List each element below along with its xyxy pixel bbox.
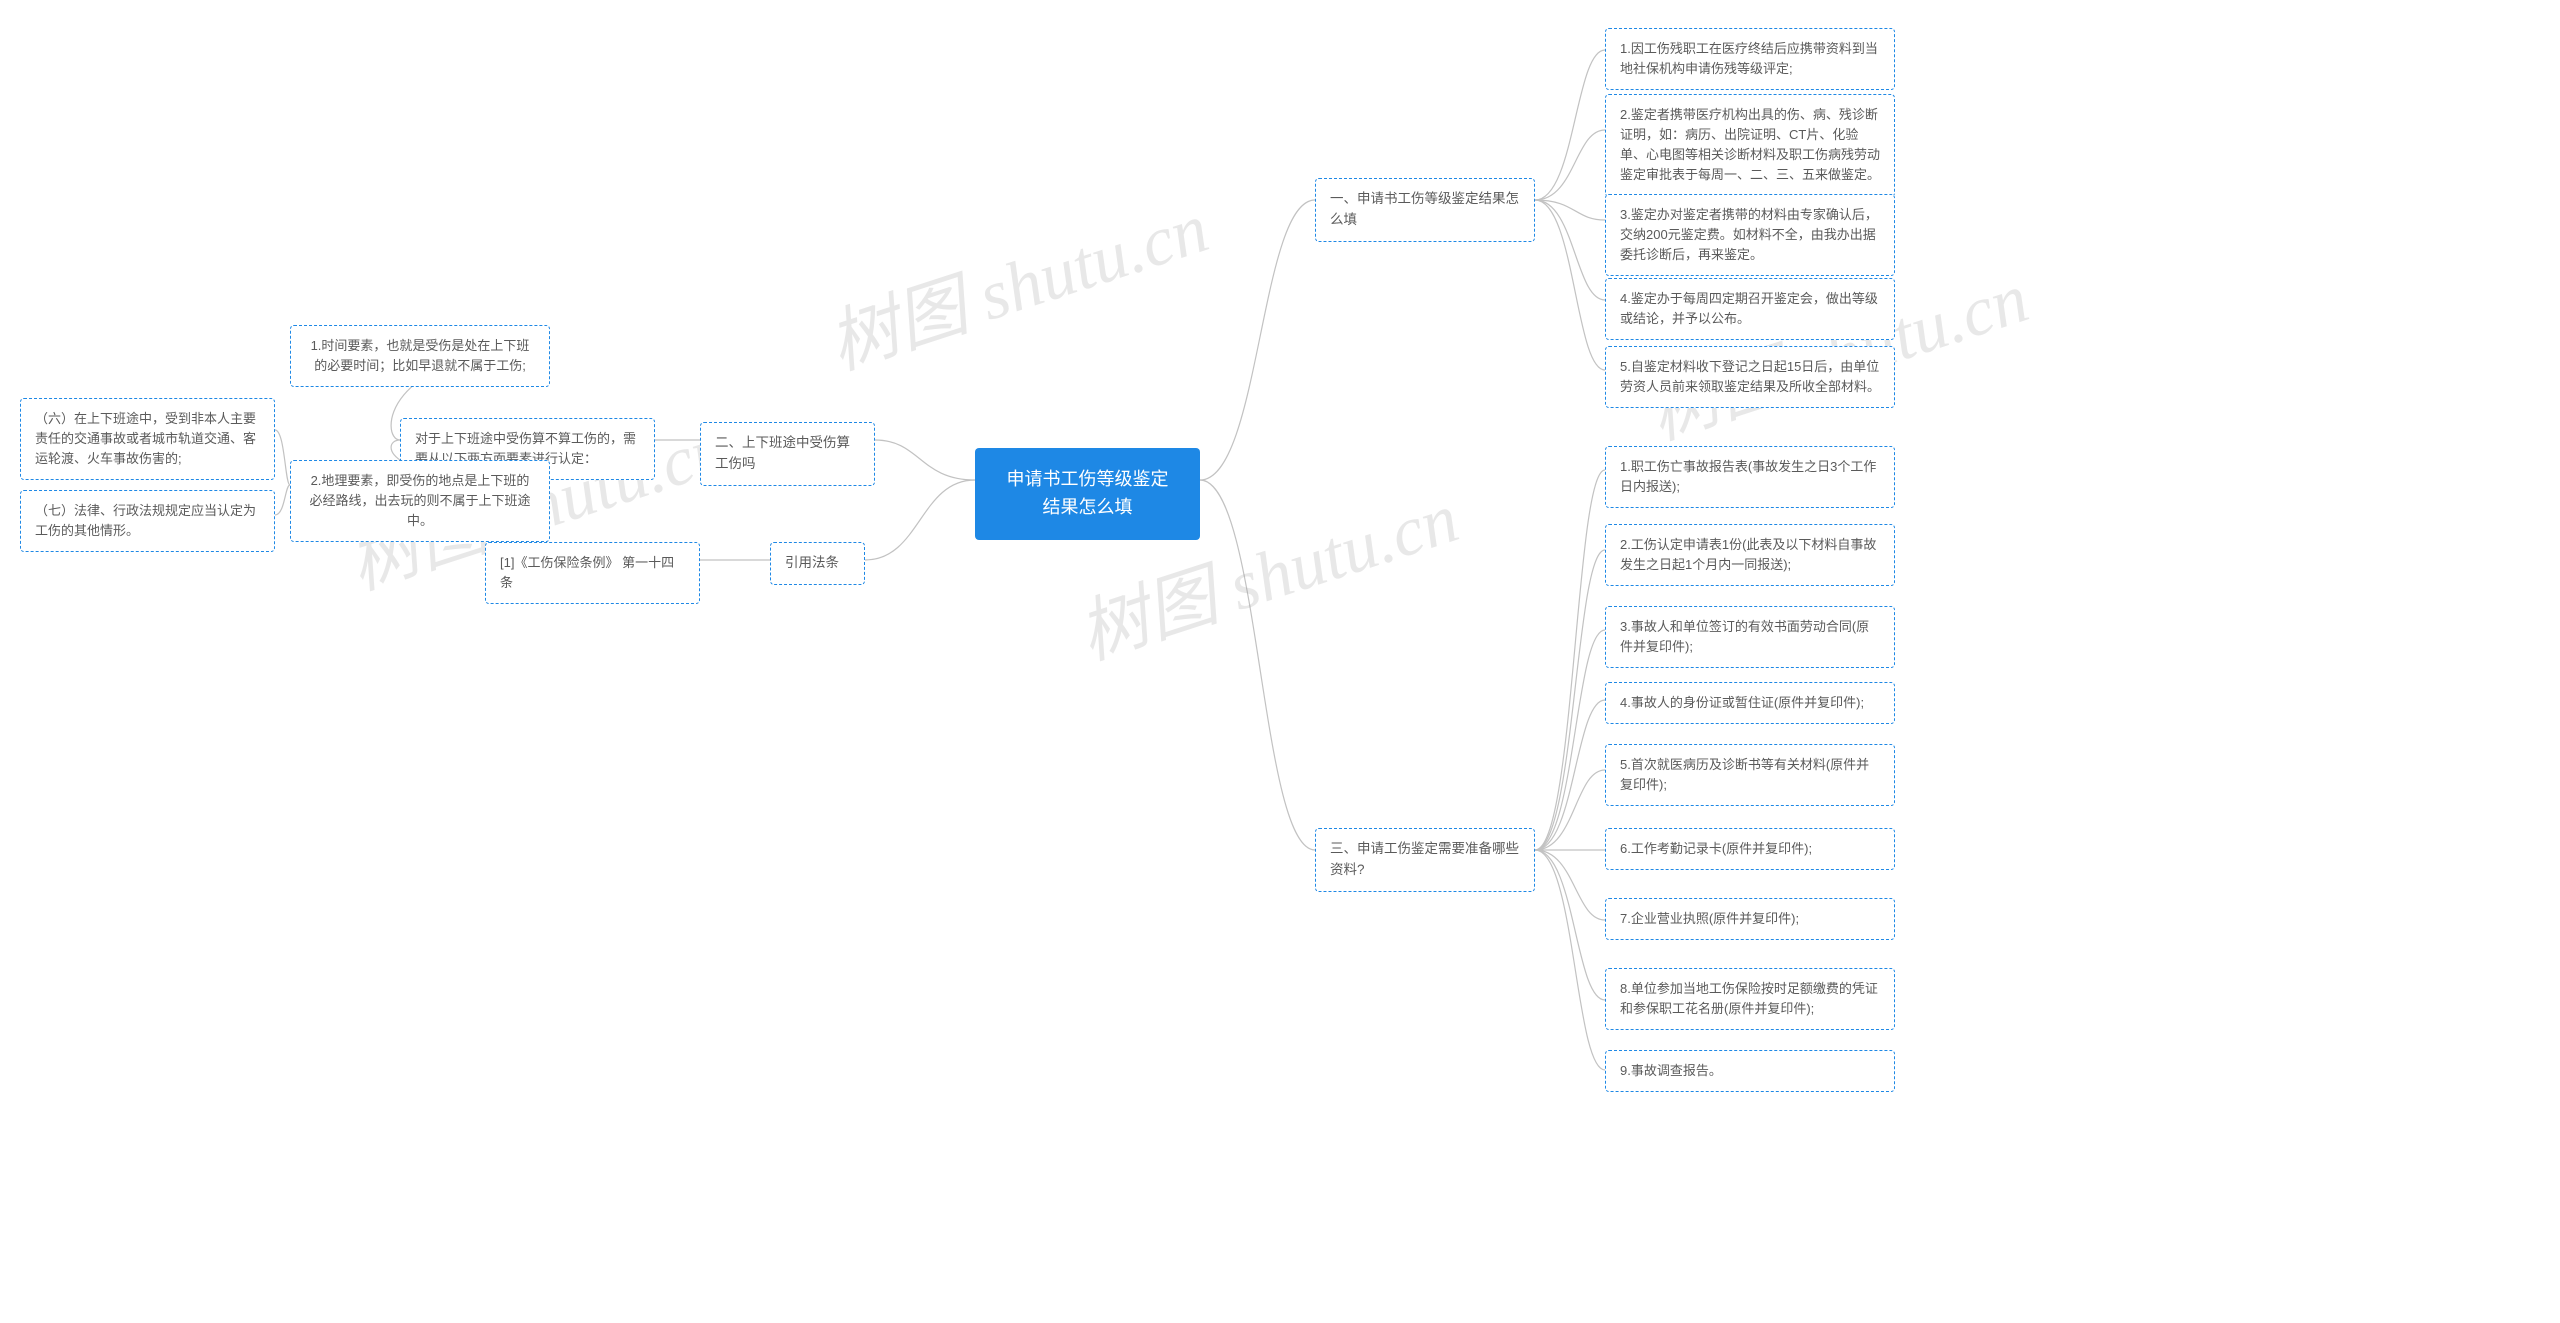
leaf-s1-4[interactable]: 4.鉴定办于每周四定期召开鉴定会，做出等级或结论，并予以公布。 — [1605, 278, 1895, 340]
leaf-s3-2[interactable]: 2.工伤认定申请表1份(此表及以下材料自事故发生之日起1个月内一同报送); — [1605, 524, 1895, 586]
mindmap-canvas[interactable]: 树图 shutu.cn 树图 shutu.cn 树图 shutu.cn 树图 s… — [0, 0, 2560, 1323]
leaf-s2-factor1[interactable]: 1.时间要素，也就是受伤是处在上下班的必要时间；比如早退就不属于工伤; — [290, 325, 550, 387]
leaf-cite-1[interactable]: [1]《工伤保险条例》 第一十四条 — [485, 542, 700, 604]
leaf-s1-2[interactable]: 2.鉴定者携带医疗机构出具的伤、病、残诊断证明，如：病历、出院证明、CT片、化验… — [1605, 94, 1895, 197]
leaf-s3-6[interactable]: 6.工作考勤记录卡(原件并复印件); — [1605, 828, 1895, 870]
branch-cite[interactable]: 引用法条 — [770, 542, 865, 585]
leaf-s2-far2[interactable]: （七）法律、行政法规规定应当认定为工伤的其他情形。 — [20, 490, 275, 552]
root-node[interactable]: 申请书工伤等级鉴定结果怎么填 — [975, 448, 1200, 540]
branch-s3[interactable]: 三、申请工伤鉴定需要准备哪些资料? — [1315, 828, 1535, 892]
leaf-s2-far1[interactable]: （六）在上下班途中，受到非本人主要责任的交通事故或者城市轨道交通、客运轮渡、火车… — [20, 398, 275, 480]
branch-s2[interactable]: 二、上下班途中受伤算工伤吗 — [700, 422, 875, 486]
leaf-s3-3[interactable]: 3.事故人和单位签订的有效书面劳动合同(原件并复印件); — [1605, 606, 1895, 668]
watermark: 树图 shutu.cn — [814, 172, 1219, 389]
leaf-s3-8[interactable]: 8.单位参加当地工伤保险按时足额缴费的凭证和参保职工花名册(原件并复印件); — [1605, 968, 1895, 1030]
leaf-s2-factor2[interactable]: 2.地理要素，即受伤的地点是上下班的必经路线，出去玩的则不属于上下班途中。 — [290, 460, 550, 542]
leaf-s3-7[interactable]: 7.企业营业执照(原件并复印件); — [1605, 898, 1895, 940]
branch-s1[interactable]: 一、申请书工伤等级鉴定结果怎么填 — [1315, 178, 1535, 242]
leaf-s1-5[interactable]: 5.自鉴定材料收下登记之日起15日后，由单位劳资人员前来领取鉴定结果及所收全部材… — [1605, 346, 1895, 408]
leaf-s3-5[interactable]: 5.首次就医病历及诊断书等有关材料(原件并复印件); — [1605, 744, 1895, 806]
leaf-s1-3[interactable]: 3.鉴定办对鉴定者携带的材料由专家确认后，交纳200元鉴定费。如材料不全，由我办… — [1605, 194, 1895, 276]
connector-lines — [0, 0, 2560, 1323]
leaf-s3-1[interactable]: 1.职工伤亡事故报告表(事故发生之日3个工作日内报送); — [1605, 446, 1895, 508]
leaf-s3-9[interactable]: 9.事故调查报告。 — [1605, 1050, 1895, 1092]
leaf-s3-4[interactable]: 4.事故人的身份证或暂住证(原件并复印件); — [1605, 682, 1895, 724]
leaf-s1-1[interactable]: 1.因工伤残职工在医疗终结后应携带资料到当地社保机构申请伤残等级评定; — [1605, 28, 1895, 90]
